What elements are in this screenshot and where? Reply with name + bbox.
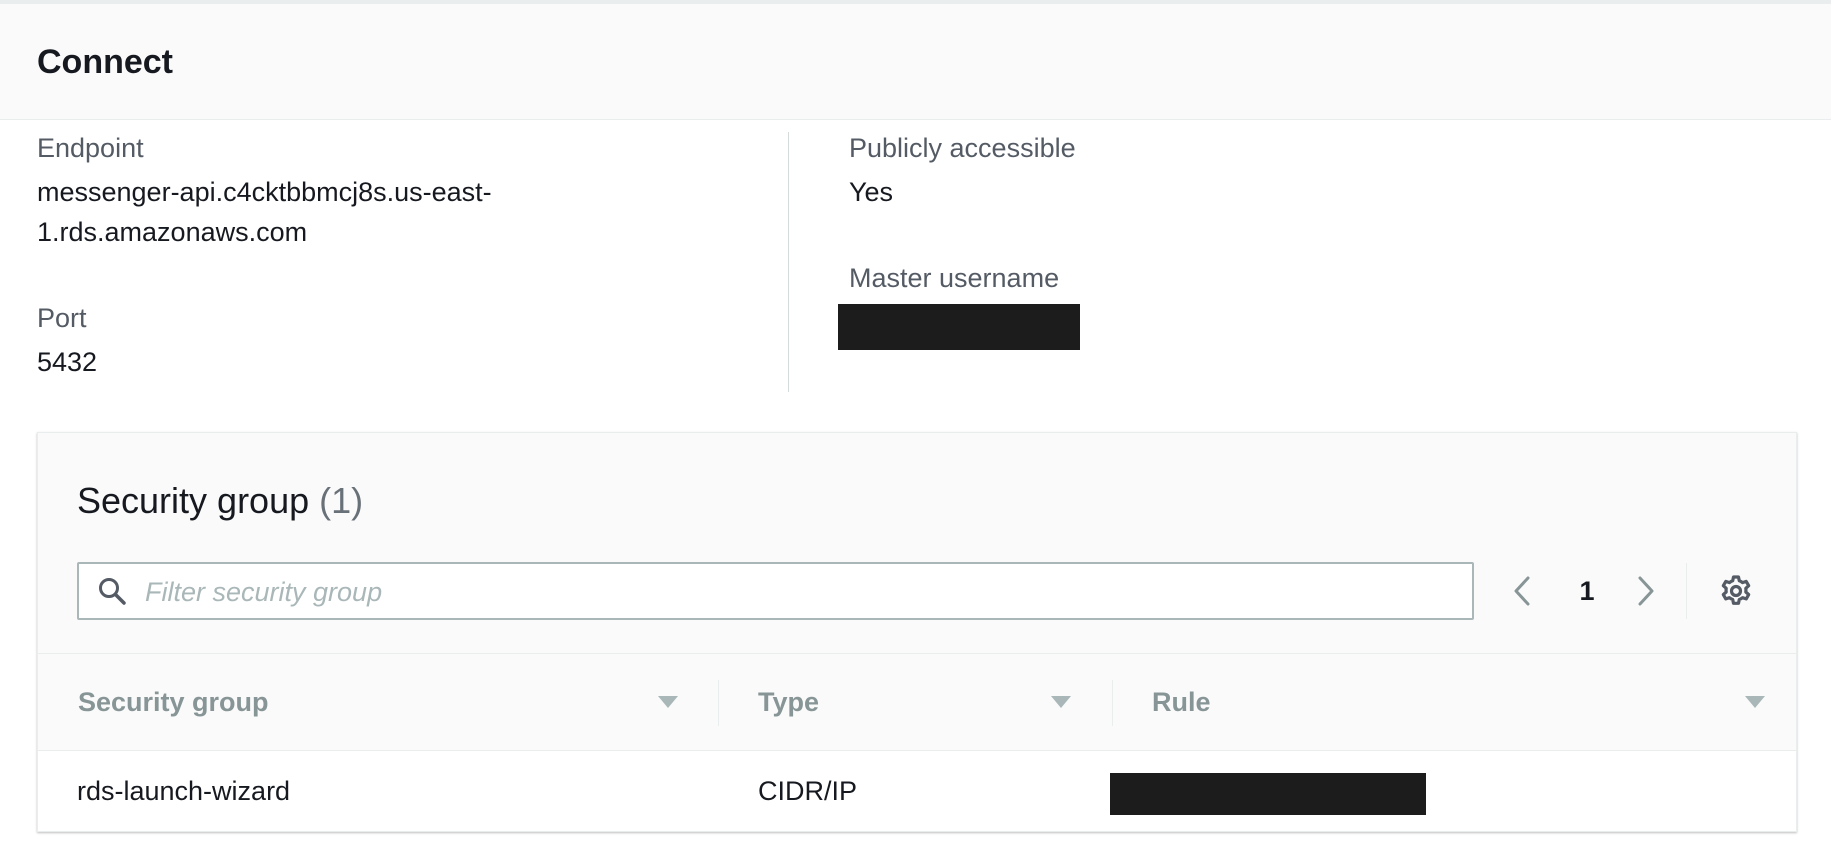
column-divider xyxy=(788,132,789,392)
publicly-accessible-label: Publicly accessible xyxy=(849,133,1076,163)
security-group-count: (1) xyxy=(319,480,364,521)
cell-type: CIDR/IP xyxy=(758,776,858,806)
caret-down-icon[interactable] xyxy=(657,694,679,710)
connect-page: Connect Endpoint messenger-api.c4cktbbmc… xyxy=(0,0,1831,867)
filter-box xyxy=(77,562,1474,620)
master-username-label: Master username xyxy=(849,263,1060,293)
publicly-accessible-field: Publicly accessible Yes xyxy=(849,132,1076,212)
security-group-title-text: Security group xyxy=(77,480,310,521)
port-value: 5432 xyxy=(37,347,98,377)
port-field: Port 5432 xyxy=(37,302,97,382)
connect-header: Connect xyxy=(0,4,1831,120)
master-username-field: Master username xyxy=(838,262,1080,350)
column-header-rule[interactable]: Rule xyxy=(1113,654,1796,750)
security-group-title: Security group (1) xyxy=(77,479,363,523)
endpoint-field: Endpoint messenger-api.c4cktbbmcj8s.us-e… xyxy=(37,132,492,252)
column-header-security-group[interactable]: Security group xyxy=(38,654,718,750)
publicly-accessible-value: Yes xyxy=(849,177,894,207)
cell-security-group[interactable]: rds-launch-wizard xyxy=(77,771,290,811)
column-header-label: Rule xyxy=(1152,687,1211,717)
page-title: Connect xyxy=(37,43,173,81)
caret-down-icon[interactable] xyxy=(1050,694,1072,710)
caret-down-icon[interactable] xyxy=(1744,694,1766,710)
port-label: Port xyxy=(37,303,87,333)
endpoint-value-line-1: messenger-api.c4cktbbmcj8s.us-east- xyxy=(37,177,492,207)
endpoint-label: Endpoint xyxy=(37,133,144,163)
current-page-number[interactable]: 1 xyxy=(1567,573,1607,609)
column-header-type[interactable]: Type xyxy=(719,654,1112,750)
gear-icon[interactable] xyxy=(1718,573,1754,609)
pager-divider xyxy=(1686,563,1687,619)
master-username-redacted xyxy=(838,304,1080,350)
connection-details: Endpoint messenger-api.c4cktbbmcj8s.us-e… xyxy=(0,120,1831,435)
endpoint-value-line-2: 1.rds.amazonaws.com xyxy=(37,217,308,247)
search-icon xyxy=(99,578,126,605)
chevron-left-icon[interactable] xyxy=(1506,573,1540,609)
column-header-label: Type xyxy=(758,687,820,717)
endpoint-value: messenger-api.c4cktbbmcj8s.us-east- 1.rd… xyxy=(37,172,492,252)
security-group-panel: Security group (1) 1 Security gr xyxy=(37,432,1797,832)
chevron-right-icon[interactable] xyxy=(1628,573,1662,609)
table-header: Security group Type Rule xyxy=(38,653,1796,751)
table-row: rds-launch-wizard CIDR/IP xyxy=(38,751,1796,831)
column-header-label: Security group xyxy=(78,687,269,717)
cell-rule-redacted xyxy=(1110,773,1426,815)
filter-security-group-input[interactable] xyxy=(143,564,1447,620)
security-group-table: Security group Type Rule rds-launch-wiza… xyxy=(38,653,1796,831)
